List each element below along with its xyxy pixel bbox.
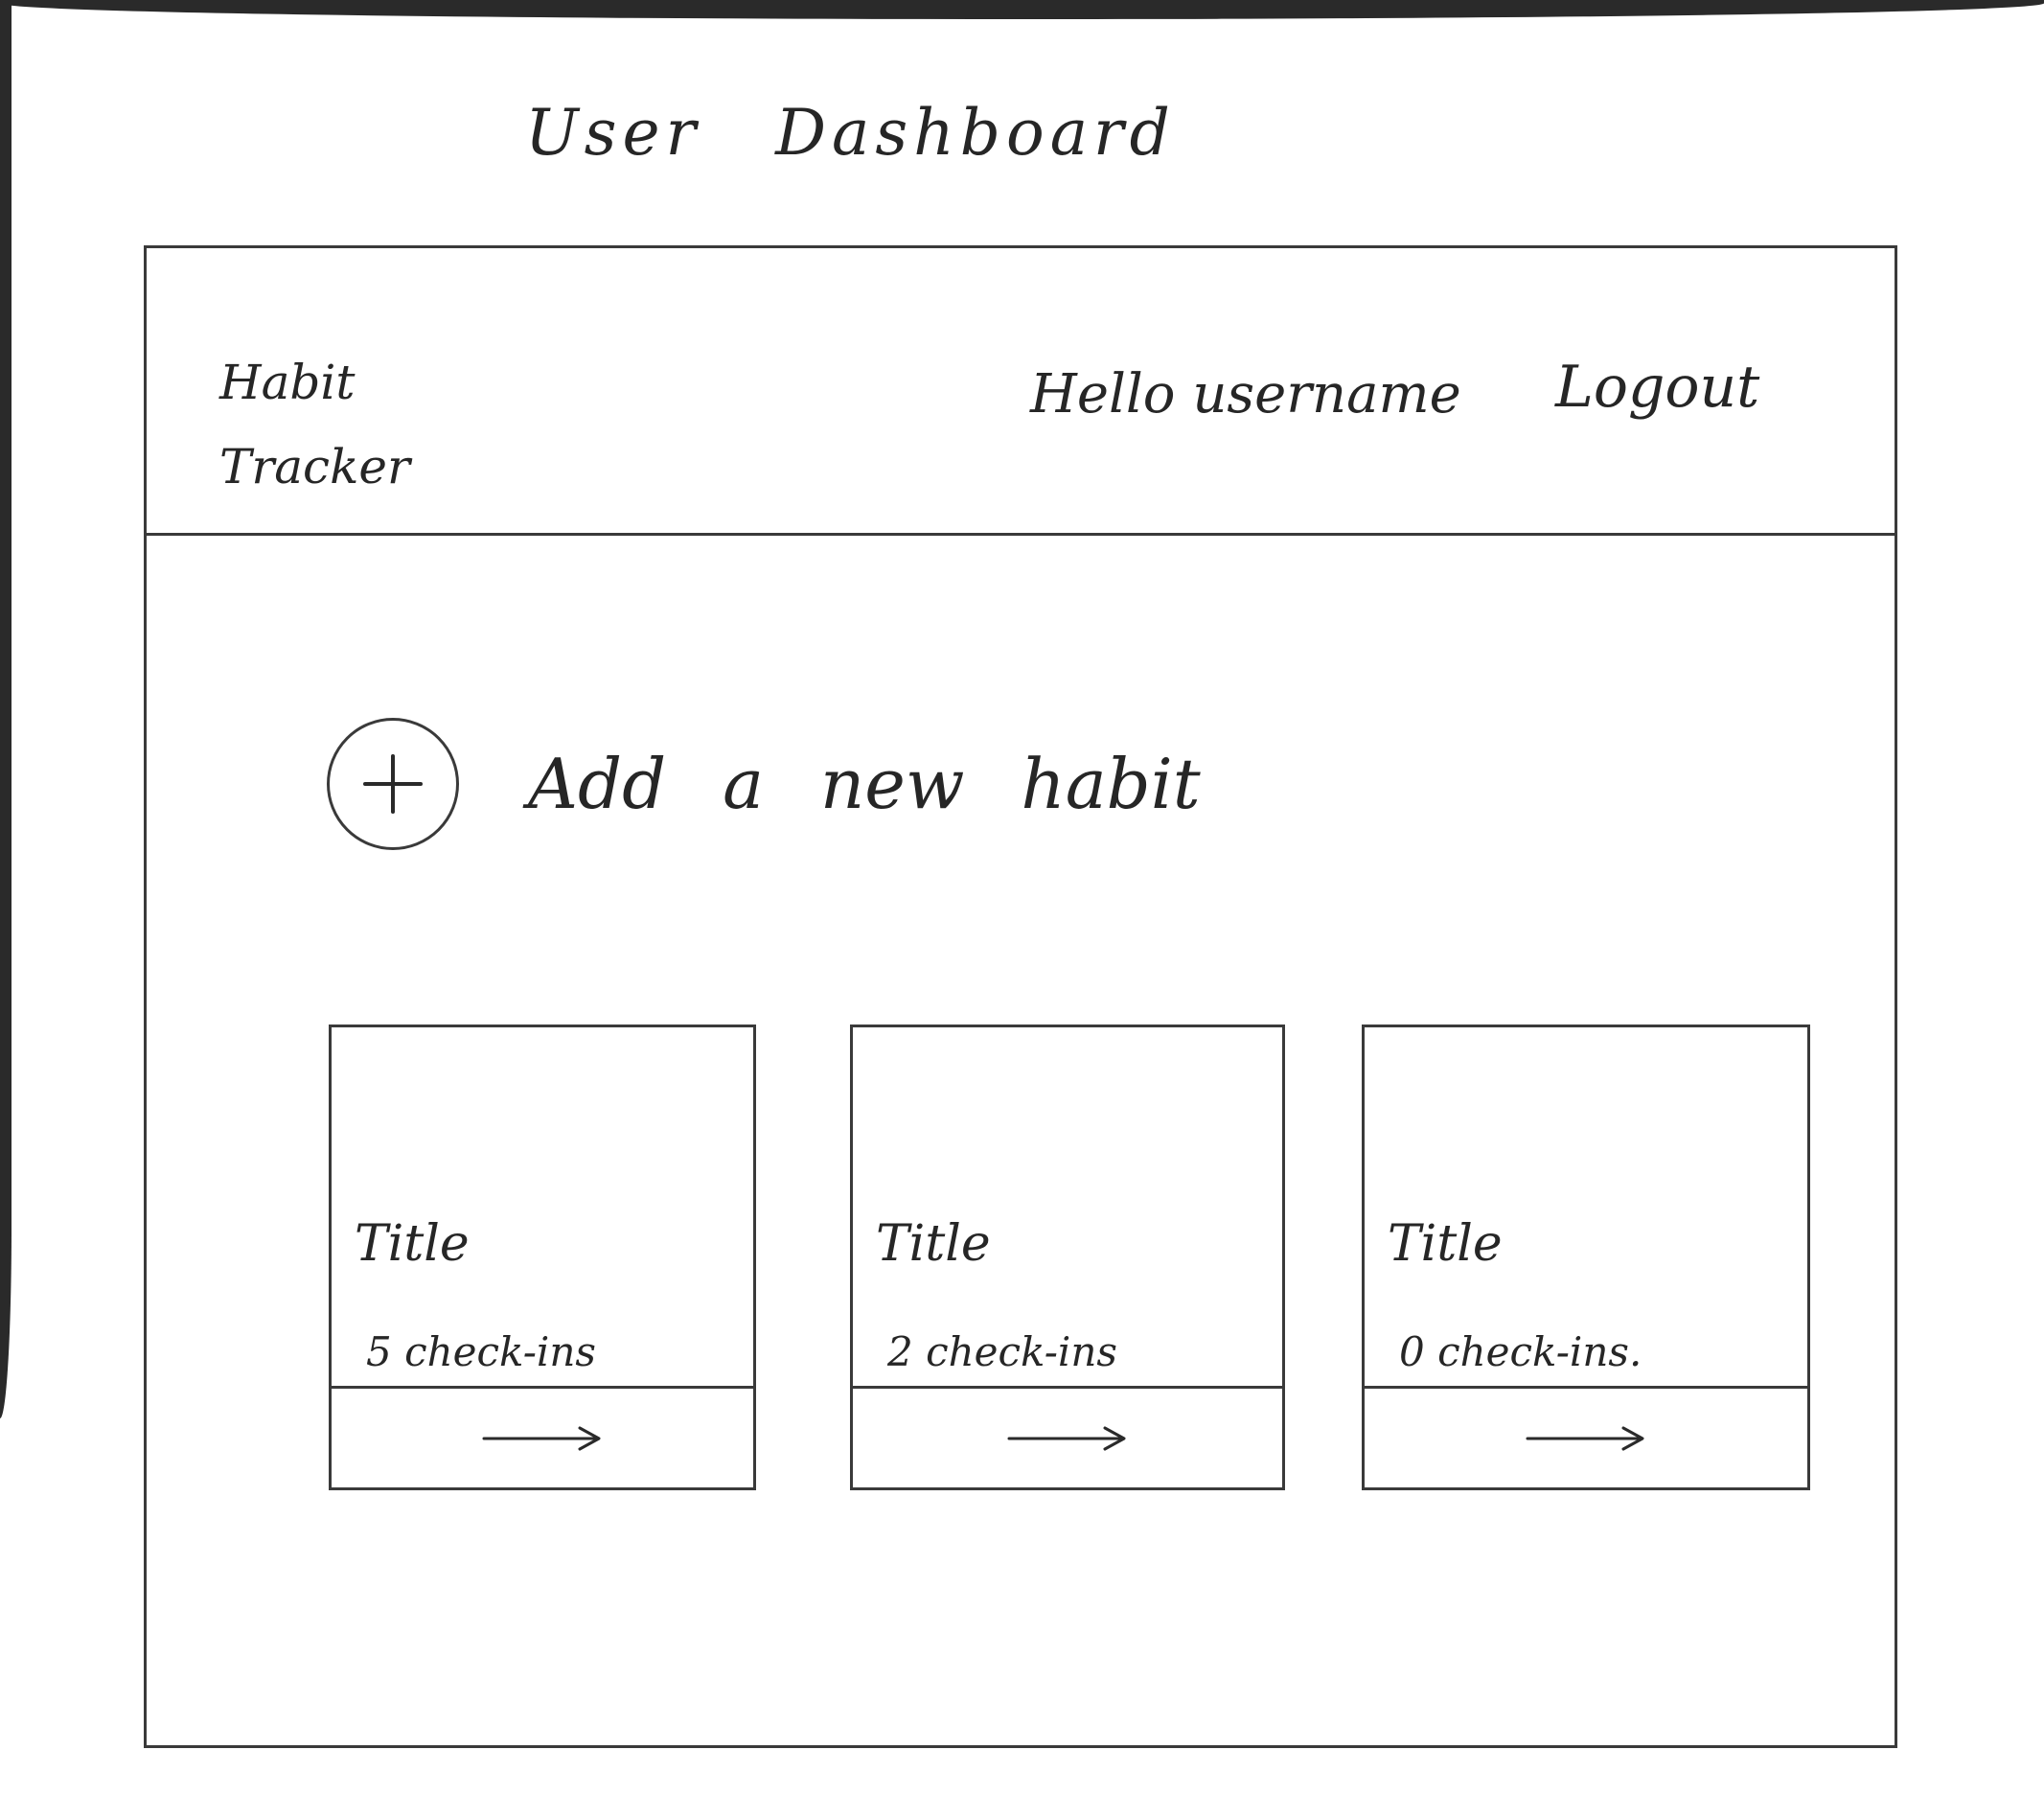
arrow-right-icon [482, 1426, 601, 1450]
habit-card-title: Title [355, 1215, 470, 1273]
app-window: Habit Tracker Hello username Logout Add … [144, 245, 1897, 1748]
habit-card[interactable]: Title 5 check-ins [329, 1025, 756, 1490]
photo-top-edge [0, 0, 2044, 19]
habit-card-checkins: 5 check-ins [366, 1328, 596, 1375]
habit-card-title: Title [876, 1215, 991, 1273]
habit-card-list: Title 5 check-ins Title 2 check-ins Titl… [147, 248, 1895, 1745]
habit-card[interactable]: Title 0 check-ins. [1362, 1025, 1810, 1490]
arrow-right-icon [1007, 1426, 1126, 1450]
photo-left-edge [0, 0, 11, 1418]
habit-card-open-button[interactable] [1365, 1386, 1807, 1487]
habit-card-title: Title [1388, 1215, 1503, 1273]
habit-card-checkins: 0 check-ins. [1399, 1328, 1642, 1375]
habit-card-checkins: 2 check-ins [887, 1328, 1117, 1375]
habit-card-open-button[interactable] [332, 1386, 753, 1487]
page-title: User Dashboard [525, 96, 1176, 170]
habit-card[interactable]: Title 2 check-ins [850, 1025, 1285, 1490]
arrow-right-icon [1526, 1426, 1644, 1450]
habit-card-open-button[interactable] [853, 1386, 1282, 1487]
